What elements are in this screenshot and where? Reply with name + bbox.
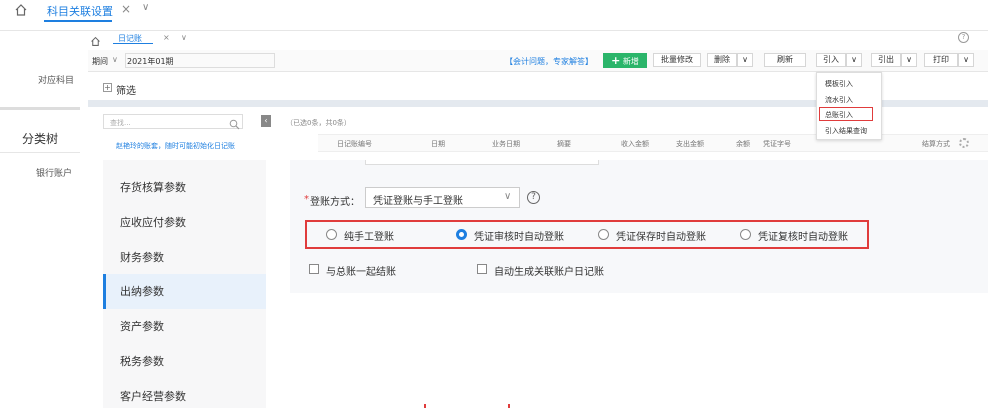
radio-review-auto[interactable] — [740, 229, 751, 240]
radio-audit-auto-label[interactable]: 凭证审核时自动登账 — [474, 228, 564, 243]
required-mark: * — [304, 194, 309, 205]
posting-method-label: 登账方式： — [310, 197, 360, 208]
import-dropdown[interactable]: ∨ — [846, 53, 862, 67]
checkbox-auto-generate-journal[interactable] — [477, 264, 487, 274]
table-header-row — [318, 134, 988, 152]
bank-account-item[interactable]: 银行账户 — [36, 166, 72, 179]
header-settlement: 结算方式 — [922, 140, 950, 148]
menu-template-import[interactable]: 模板引入 — [825, 79, 853, 89]
batch-edit-button[interactable]: 批量修改 — [653, 53, 701, 67]
related-subject-label: 对应科目 — [38, 76, 75, 86]
menu-inventory-params[interactable]: 存货核算参数 — [103, 170, 266, 205]
chevron-down-icon[interactable]: ∨ — [112, 55, 118, 64]
plus-icon: + — [611, 54, 621, 67]
close-icon[interactable]: × — [163, 33, 170, 42]
gear-icon[interactable] — [959, 138, 969, 148]
posting-method-select[interactable]: 凭证登账与手工登账 ∨ — [365, 187, 520, 208]
menu-asset-params[interactable]: 资产参数 — [103, 309, 266, 344]
delete-button[interactable]: 删除 — [707, 53, 737, 67]
radio-review-auto-label[interactable]: 凭证复核时自动登账 — [758, 228, 848, 243]
search-icon[interactable] — [229, 115, 240, 130]
left-separator — [0, 107, 80, 110]
chevron-down-icon[interactable]: ∨ — [142, 2, 149, 13]
print-button[interactable]: 打印 — [924, 53, 958, 67]
header-balance: 余额 — [736, 140, 750, 148]
radio-audit-auto[interactable] — [456, 229, 467, 240]
radio-manual-label[interactable]: 纯手工登账 — [344, 228, 394, 243]
menu-import-result-query[interactable]: 引入结果查询 — [825, 126, 867, 136]
tab-underline — [113, 43, 153, 44]
menu-tax-params[interactable]: 税务参数 — [103, 344, 266, 379]
form-top-input-edge — [365, 160, 599, 165]
checkbox-close-with-ledger-label[interactable]: 与总账一起结账 — [326, 263, 396, 278]
header-income: 收入金额 — [621, 140, 649, 148]
annotation-mark — [508, 404, 510, 408]
close-icon[interactable]: × — [121, 2, 131, 16]
header-voucher-no: 凭证字号 — [763, 140, 791, 148]
collapse-panel-icon[interactable]: ‹ — [261, 115, 271, 127]
search-placeholder: 查找... — [110, 119, 131, 127]
radio-manual[interactable] — [326, 229, 337, 240]
help-icon[interactable]: ? — [958, 32, 969, 43]
menu-receivable-payable-params[interactable]: 应收应付参数 — [103, 205, 266, 240]
header-journal-no: 日记账编号 — [337, 140, 372, 148]
chevron-down-icon: ∨ — [504, 191, 512, 202]
menu-ledger-import[interactable]: 总账引入 — [825, 110, 853, 120]
header-business-date: 业务日期 — [492, 140, 520, 148]
period-label: 期间 — [92, 57, 108, 66]
menu-finance-params[interactable]: 财务参数 — [103, 240, 266, 275]
category-tree-title: 分类树 — [22, 132, 59, 146]
header-summary: 摘要 — [557, 140, 571, 148]
divider — [0, 30, 988, 31]
home-icon[interactable] — [90, 32, 101, 46]
menu-flow-import[interactable]: 流水引入 — [825, 95, 853, 105]
tab-subject-settings[interactable]: 科目关联设置 — [47, 3, 113, 19]
checkbox-close-with-ledger[interactable] — [309, 264, 319, 274]
notice-text: 赵艳玲的账套，随时可能初始化日记账 — [116, 142, 235, 150]
add-button[interactable]: + 新增 — [603, 53, 647, 68]
add-button-label: 新增 — [622, 57, 639, 66]
radio-save-auto[interactable] — [598, 229, 609, 240]
divider — [0, 152, 80, 153]
filter-label[interactable]: 筛选 — [116, 82, 136, 97]
header-expense: 支出金额 — [676, 140, 704, 148]
import-button[interactable]: 引入 — [816, 53, 846, 67]
header-date: 日期 — [431, 140, 445, 148]
export-button[interactable]: 引出 — [871, 53, 901, 67]
selection-summary: （已选0条，共0条） — [286, 119, 351, 127]
period-input-border — [125, 53, 275, 68]
search-input[interactable]: 查找... — [103, 114, 243, 129]
home-icon[interactable] — [14, 2, 28, 16]
annotation-mark — [424, 404, 426, 408]
chevron-down-icon[interactable]: ∨ — [181, 33, 187, 42]
tab-underline — [44, 20, 112, 22]
refresh-button[interactable]: 刷新 — [764, 53, 806, 67]
help-icon[interactable]: ? — [527, 191, 540, 204]
menu-cashier-params[interactable]: 出纳参数 — [103, 274, 266, 309]
delete-dropdown[interactable]: ∨ — [737, 53, 753, 67]
posting-method-value: 凭证登账与手工登账 — [373, 196, 463, 207]
expert-help-link[interactable]: 【会计问题，专家解答】 — [505, 56, 593, 67]
radio-save-auto-label[interactable]: 凭证保存时自动登账 — [616, 228, 706, 243]
filter-collapse-icon[interactable]: + — [103, 83, 112, 92]
print-dropdown[interactable]: ∨ — [958, 53, 974, 67]
menu-customer-business-params[interactable]: 客户经营参数 — [103, 379, 266, 414]
export-dropdown[interactable]: ∨ — [901, 53, 917, 67]
checkbox-auto-generate-journal-label[interactable]: 自动生成关联账户日记账 — [494, 263, 604, 278]
